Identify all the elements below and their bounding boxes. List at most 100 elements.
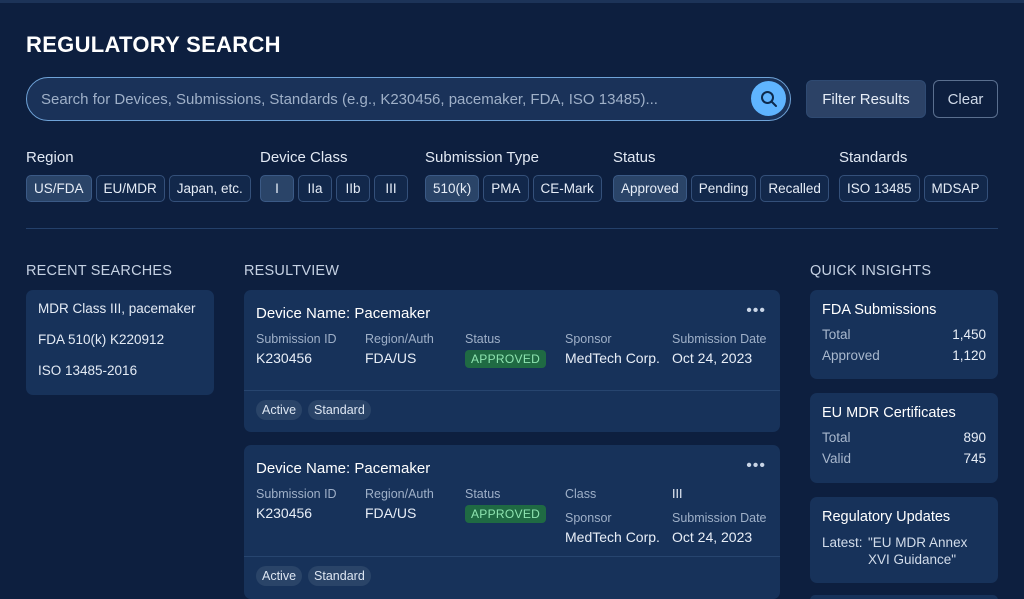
chip-japan[interactable]: Japan, etc. (168, 175, 251, 202)
filter-submission-type: Submission Type 510(k) PMA CE-Mark (425, 149, 602, 202)
field-value: MedTech Corp. (565, 529, 660, 545)
chip-ce-mark[interactable]: CE-Mark (532, 175, 602, 202)
insight-title: Regulatory Updates (822, 509, 951, 525)
device-name: Device Name: Pacemaker (256, 460, 431, 477)
results-title: RESULTVIEW (244, 263, 340, 279)
insight-value: 1,120 (952, 348, 986, 363)
insight-row: Approved 1,120 (822, 348, 986, 369)
insight-title: FDA Submissions (822, 302, 937, 318)
insight-row: Valid 745 (822, 451, 986, 472)
chip-class-iia[interactable]: IIa (298, 175, 332, 202)
chip-510k[interactable]: 510(k) (425, 175, 480, 202)
insight-fda-submissions[interactable]: FDA Submissions Total 1,450 Approved 1,1… (810, 290, 998, 379)
insight-regulatory-updates[interactable]: Regulatory Updates Latest: "EU MDR Annex… (810, 497, 998, 583)
chip-iso-13485[interactable]: ISO 13485 (839, 175, 920, 202)
field-value: Oct 24, 2023 (672, 529, 753, 545)
clear-button[interactable]: Clear (933, 80, 998, 118)
insight-row: Total 890 (822, 430, 986, 451)
filter-label: Standards (839, 149, 908, 166)
card-divider (244, 556, 780, 557)
chip-approved[interactable]: Approved (613, 175, 687, 202)
chip-mdsap[interactable]: MDSAP (923, 175, 988, 202)
page-title: REGULATORY SEARCH (26, 32, 281, 57)
tag-list: Active Standard (256, 566, 371, 586)
filter-label: Device Class (260, 149, 348, 166)
field-label: Region/Auth (365, 332, 434, 346)
top-border (0, 0, 1024, 3)
field-status: Status APPROVED (465, 487, 547, 523)
field-label: Status (465, 487, 501, 501)
chip-pending[interactable]: Pending (690, 175, 757, 202)
quick-insights-title: QUICK INSIGHTS (810, 263, 932, 279)
status-badge: APPROVED (465, 505, 547, 523)
status-badge: APPROVED (465, 350, 547, 368)
field-value: K230456 (256, 350, 313, 366)
field-value: FDA/US (365, 505, 417, 521)
filter-label: Region (26, 149, 74, 166)
field-value: Oct 24, 2023 (672, 350, 753, 366)
search-input[interactable] (41, 88, 741, 110)
field-label: Sponsor (565, 511, 612, 525)
field-submission-date: Submission Date Oct 24, 2023 (672, 332, 767, 366)
chip-eu-mdr[interactable]: EU/MDR (95, 175, 165, 202)
field-label: Region/Auth (365, 487, 434, 501)
field-value: III (672, 487, 683, 501)
chip-class-i[interactable]: I (260, 175, 294, 202)
recent-search-item[interactable]: ISO 13485-2016 (38, 363, 202, 394)
tag: Standard (308, 400, 371, 420)
chip-class-iib[interactable]: IIb (336, 175, 370, 202)
search-icon (760, 90, 777, 107)
insight-label: Approved (822, 348, 880, 363)
result-card[interactable]: Device Name: Pacemaker ••• Submission ID… (244, 445, 780, 599)
field-value: K230456 (256, 505, 313, 521)
field-label: Status (465, 332, 501, 346)
field-sponsor: Sponsor MedTech Corp. (565, 511, 660, 545)
chip-recalled[interactable]: Recalled (760, 175, 829, 202)
field-submission-id: Submission ID K230456 (256, 487, 337, 521)
insight-label: Valid (822, 451, 852, 466)
recent-searches-title: RECENT SEARCHES (26, 263, 173, 279)
field-label: Submission ID (256, 332, 337, 346)
insight-title: EU MDR Certificates (822, 405, 956, 421)
tag: Active (256, 400, 303, 420)
tag: Active (256, 566, 303, 586)
latest-update: Latest: "EU MDR Annex XVI Guidance" (822, 534, 986, 568)
filter-standards: Standards ISO 13485 MDSAP (839, 149, 988, 202)
insight-label: Total (822, 430, 851, 445)
section-divider (26, 228, 998, 229)
more-horizontal-icon[interactable]: ••• (746, 302, 766, 320)
insight-label: Total (822, 327, 851, 342)
insight-value: 890 (963, 430, 986, 445)
chip-pma[interactable]: PMA (483, 175, 529, 202)
search-bar[interactable] (26, 77, 791, 121)
recent-searches-panel: MDR Class III, pacemaker FDA 510(k) K220… (26, 290, 214, 395)
field-value: MedTech Corp. (565, 350, 660, 366)
field-region: Region/Auth FDA/US (365, 487, 434, 521)
filter-status: Status Approved Pending Recalled (613, 149, 829, 202)
card-divider (244, 390, 780, 391)
device-name: Device Name: Pacemaker (256, 305, 431, 322)
field-class-value: III (672, 487, 682, 501)
chip-class-iii[interactable]: III (374, 175, 408, 202)
field-value: FDA/US (365, 350, 417, 366)
field-region: Region/Auth FDA/US (365, 332, 434, 366)
tag: Standard (308, 566, 371, 586)
chip-us-fda[interactable]: US/FDA (26, 175, 92, 202)
field-label: Sponsor (565, 332, 612, 346)
insight-eu-mdr[interactable]: EU MDR Certificates Total 890 Valid 745 (810, 393, 998, 483)
recent-search-item[interactable]: MDR Class III, pacemaker (38, 301, 202, 332)
field-label: Submission Date (672, 332, 767, 346)
insight-value: 745 (963, 451, 986, 466)
result-card[interactable]: Device Name: Pacemaker ••• Submission ID… (244, 290, 780, 432)
search-button[interactable] (751, 81, 786, 116)
filter-device-class: Device Class I IIa IIb III (260, 149, 408, 202)
field-label: Class (565, 487, 597, 501)
more-horizontal-icon[interactable]: ••• (746, 457, 766, 475)
field-class: Class (565, 487, 596, 501)
filter-label: Submission Type (425, 149, 539, 166)
filter-results-button[interactable]: Filter Results (806, 80, 926, 118)
tag-list: Active Standard (256, 400, 371, 420)
recent-search-item[interactable]: FDA 510(k) K220912 (38, 332, 202, 363)
filter-label: Status (613, 149, 656, 166)
latest-label: Latest: (822, 535, 863, 550)
